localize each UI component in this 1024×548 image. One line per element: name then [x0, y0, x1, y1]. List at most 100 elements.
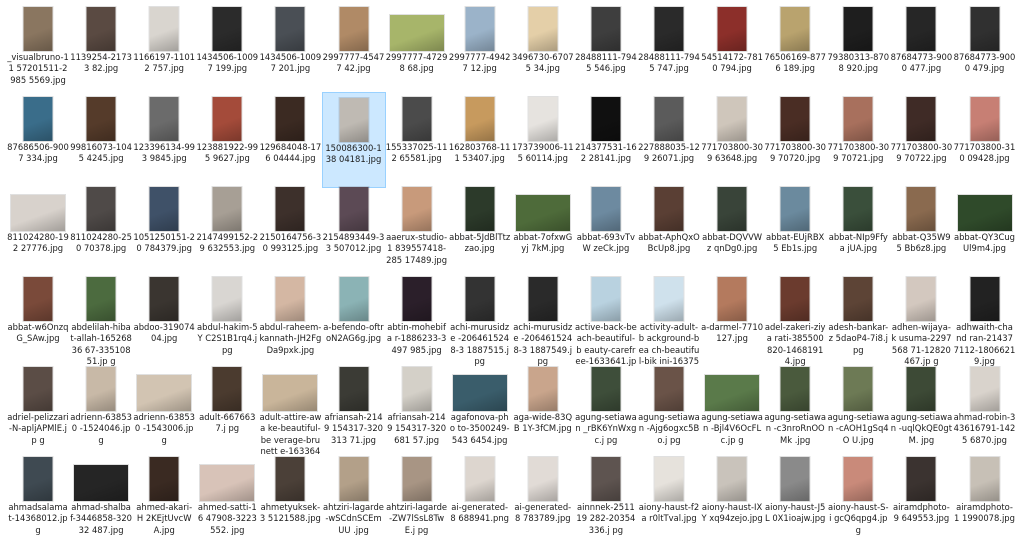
file-item[interactable]: abbat-NIp9Ffya jUA.jpg — [826, 182, 890, 278]
file-item[interactable]: 771703800-309 70722.jpg — [889, 92, 953, 188]
file-item[interactable]: agung-setiawan _rBK6YnWxgc.j pg — [574, 362, 638, 458]
file-item[interactable]: 28488111-7945 747.jpg — [637, 2, 701, 98]
file-item[interactable]: _visualbruno-11 57201511-2985 5569.jpg — [6, 2, 70, 98]
file-item[interactable]: 87684773-9000 479.jpg — [953, 2, 1017, 98]
file-item[interactable]: 99816073-1045 4245.jpg — [69, 92, 133, 188]
file-item[interactable]: 162803768-111 53407.jpg — [448, 92, 512, 188]
file-item[interactable]: adesh-bankar-z 5daoP4-7i8.jpg — [826, 272, 890, 368]
file-item[interactable]: 2997777-49427 12.jpg — [448, 2, 512, 98]
file-item[interactable]: 2150164756-30 993125.jpg — [258, 182, 322, 278]
file-name: achi-murusidze -2064615248-3 1887549.jpg — [513, 322, 573, 367]
file-name: 54514172-7810 794.jpg — [701, 52, 763, 74]
file-item[interactable]: ahmad-robin-3 43616791-1425 6870.jpg — [953, 362, 1017, 458]
file-item[interactable]: abbat-5JdBlTtz zao.jpg — [448, 182, 512, 278]
file-item[interactable]: agung-setiawan -Bjl4V6OcFLc.jp g — [700, 362, 764, 458]
file-item[interactable]: 3496730-67075 34.jpg — [511, 2, 575, 98]
file-item[interactable]: 1166197-11012 757.jpg — [132, 2, 196, 98]
file-item[interactable]: 1139254-21733 82.jpg — [69, 2, 133, 98]
file-item[interactable]: 771703800-309 70721.jpg — [826, 92, 890, 188]
file-item[interactable]: abbat-AphQxO BcUp8.jpg — [637, 182, 701, 278]
file-item[interactable]: 54514172-7810 794.jpg — [700, 2, 764, 98]
file-item[interactable]: afriansah-2149 154317-320313 71.jpg — [322, 362, 386, 458]
file-item[interactable]: abdul-hakim-5Y C2S1B1rq4.jpg — [195, 272, 259, 368]
file-item[interactable]: achi-murusidze -2064615248-3 1887515.jpg — [448, 272, 512, 368]
file-item[interactable]: agung-setiawan -cAOH1gSq4O U.jpg — [826, 362, 890, 458]
file-item[interactable]: aiony-haust-S-i gcQ6qpg4.jpg — [826, 452, 890, 548]
file-item[interactable]: a-darmel-7710 127.jpg — [700, 272, 764, 368]
file-item[interactable]: 87684773-9000 477.jpg — [889, 2, 953, 98]
file-item[interactable]: active-back-be ach-beautiful-b eauty-car… — [574, 272, 638, 378]
file-item[interactable]: aiony-haust-IXY xq94zejo.jpg — [700, 452, 764, 548]
file-item[interactable]: 214377531-162 28141.jpg — [574, 92, 638, 188]
file-item[interactable]: 79380313-8708 920.jpg — [826, 2, 890, 98]
file-item[interactable]: abbat-DQVVWz qnDg0.jpg — [700, 182, 764, 278]
file-item[interactable]: abdul-raheem-kannath-JH2Fg Da9pxk.jpg — [258, 272, 322, 368]
file-item[interactable]: adult-attire-awa ke-beautiful-be verage-… — [258, 362, 322, 468]
file-item[interactable]: adrienn-638530 -1524046.jpg — [69, 362, 133, 458]
file-item[interactable]: 227888035-129 26071.jpg — [637, 92, 701, 188]
file-item[interactable]: abbat-QY3Cug Ul9m4.jpg — [953, 182, 1017, 278]
file-item[interactable]: a-befendo-oftr oN2AG6g.jpg — [322, 272, 386, 368]
file-item[interactable]: ahtziri-lagarde -ZW7lSsL8TwE.j pg — [385, 452, 449, 548]
file-item[interactable]: agafonova-pho to-3500249-543 6454.jpg — [448, 362, 512, 458]
file-item[interactable]: ainnnek-251119 282-20354336.j pg — [574, 452, 638, 548]
file-item[interactable]: ahtziri-lagarde -wSCdnSCEmUU .jpg — [322, 452, 386, 548]
file-item[interactable]: 76506169-8776 189.jpg — [763, 2, 827, 98]
file-item[interactable]: ai-generated-8 688941.png — [448, 452, 512, 548]
file-thumbnail — [339, 98, 368, 142]
file-item[interactable]: ahmetyuksek-3 5121588.jpg — [258, 452, 322, 548]
file-item[interactable]: ahmadsalamat-14368012.jpg — [6, 452, 70, 548]
file-item[interactable]: aiony-haust-f2a r0ltTval.jpg — [637, 452, 701, 548]
file-item[interactable]: airamdphoto-1 1990078.jpg — [953, 452, 1017, 548]
file-item[interactable]: 2997777-47298 68.jpg — [385, 2, 449, 98]
file-item[interactable]: aga-wide-83QB 1Y-3fCM.jpg — [511, 362, 575, 458]
file-item[interactable]: activity-adult-b ackground-bea ch-beauti… — [637, 272, 701, 378]
file-item[interactable]: 1051250151-20 784379.jpg — [132, 182, 196, 278]
file-item[interactable]: adhen-wijaya-k usuma-2297568 71-12820467… — [889, 272, 953, 368]
file-item[interactable]: ahmad-shalbaf-3446858-32032 487.jpg — [69, 452, 133, 548]
file-item[interactable]: 2154893449-33 507012.jpg — [322, 182, 386, 278]
file-item[interactable]: 1434506-10097 199.jpg — [195, 2, 259, 98]
file-item[interactable]: adriel-pelizzari-N-apljAPMlE.jp g — [6, 362, 70, 458]
file-item[interactable]: ahmed-satti-16 47908-3223552. jpg — [195, 452, 259, 548]
file-item[interactable]: abbat-Q35W95 Bb6z8.jpg — [889, 182, 953, 278]
file-item[interactable]: agung-setiawan -c3nroRnOOMk .jpg — [763, 362, 827, 458]
file-item[interactable]: adel-zakeri-ziya rati-385500820-14681914… — [763, 272, 827, 368]
file-item[interactable]: 771703800-310 09428.jpg — [953, 92, 1017, 188]
file-item[interactable]: 2147499152-29 632553.jpg — [195, 182, 259, 278]
file-item[interactable]: 771703800-309 70720.jpg — [763, 92, 827, 188]
file-item[interactable]: ahmed-akari-H 2KEjtUvcWA.jpg — [132, 452, 196, 548]
file-item[interactable]: 811024280-250 70378.jpg — [69, 182, 133, 278]
file-item[interactable]: 87686506-9007 334.jpg — [6, 92, 70, 188]
file-name: 99816073-1045 4245.jpg — [70, 142, 132, 164]
file-item[interactable]: ai-generated-8 783789.jpg — [511, 452, 575, 548]
file-item[interactable]: adult-6676637.j pg — [195, 362, 259, 458]
file-item[interactable]: airamdphoto-9 649553.jpg — [889, 452, 953, 548]
file-item[interactable]: 155337025-112 65581.jpg — [385, 92, 449, 188]
file-item[interactable]: adhwaith-chand ran-214377112-18066219.jp… — [953, 272, 1017, 368]
file-item[interactable]: 1434506-10097 201.jpg — [258, 2, 322, 98]
file-item[interactable]: abdoo-319074 04.jpg — [132, 272, 196, 368]
file-item[interactable]: abbat-7ofxwGyj 7kM.jpg — [511, 182, 575, 278]
file-item[interactable]: 129684048-176 04444.jpg — [258, 92, 322, 188]
file-item[interactable]: abbat-693vTvW zeCk.jpg — [574, 182, 638, 278]
file-item[interactable]: 28488111-7945 546.jpg — [574, 2, 638, 98]
file-item[interactable]: abtin-mohebifa r-1886233-3497 985.jpg — [385, 272, 449, 368]
file-item[interactable]: achi-murusidze -2064615248-3 1887549.jpg — [511, 272, 575, 368]
file-item[interactable]: 123881922-995 9627.jpg — [195, 92, 259, 188]
file-item[interactable]: agung-setiawan -Ajg6ogxc5Bo.j pg — [637, 362, 701, 458]
file-item[interactable]: abdelilah-hibat-allah-16526836 67-335108… — [69, 272, 133, 368]
file-item[interactable]: aaerux-studio-1 839557418-285 17489.jpg — [385, 182, 449, 278]
file-item[interactable]: afriansah-2149 154317-320681 57.jpg — [385, 362, 449, 458]
file-item[interactable]: agung-setiawan -uqlQkQE0gtM. jpg — [889, 362, 953, 458]
file-item[interactable]: adrienn-638530 -1543006.jpg — [132, 362, 196, 458]
file-item[interactable]: 771703800-309 63648.jpg — [700, 92, 764, 188]
file-item[interactable]: aiony-haust-J5L 0X1ioajw.jpg — [763, 452, 827, 548]
file-item[interactable]: abbat-w6Onzq G_SAw.jpg — [6, 272, 70, 368]
file-item[interactable]: 150086300-138 04181.jpg — [321, 92, 386, 188]
file-item[interactable]: 123396134-993 9845.jpg — [132, 92, 196, 188]
file-item[interactable]: 811024280-192 27776.jpg — [6, 182, 70, 278]
file-item[interactable]: 173739006-115 60114.jpg — [511, 92, 575, 188]
file-item[interactable]: 2997777-45477 42.jpg — [322, 2, 386, 98]
file-item[interactable]: abbat-EUjRBX5 Eb1s.jpg — [763, 182, 827, 278]
